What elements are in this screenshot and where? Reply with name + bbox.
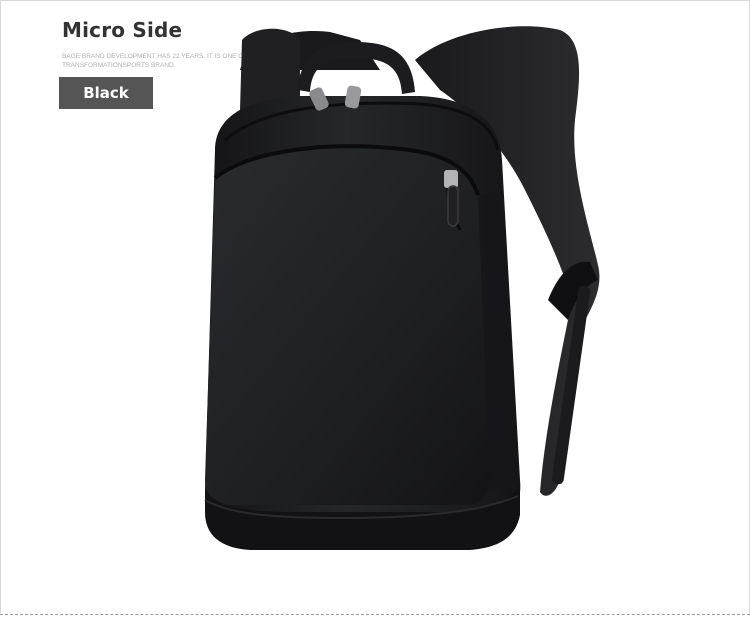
bottom-divider bbox=[0, 614, 750, 615]
backpack-image bbox=[204, 26, 600, 550]
color-badge: Black bbox=[59, 77, 153, 109]
color-label: Black bbox=[83, 84, 129, 102]
front-pocket bbox=[205, 144, 490, 506]
page-title: Micro Side bbox=[62, 18, 183, 42]
